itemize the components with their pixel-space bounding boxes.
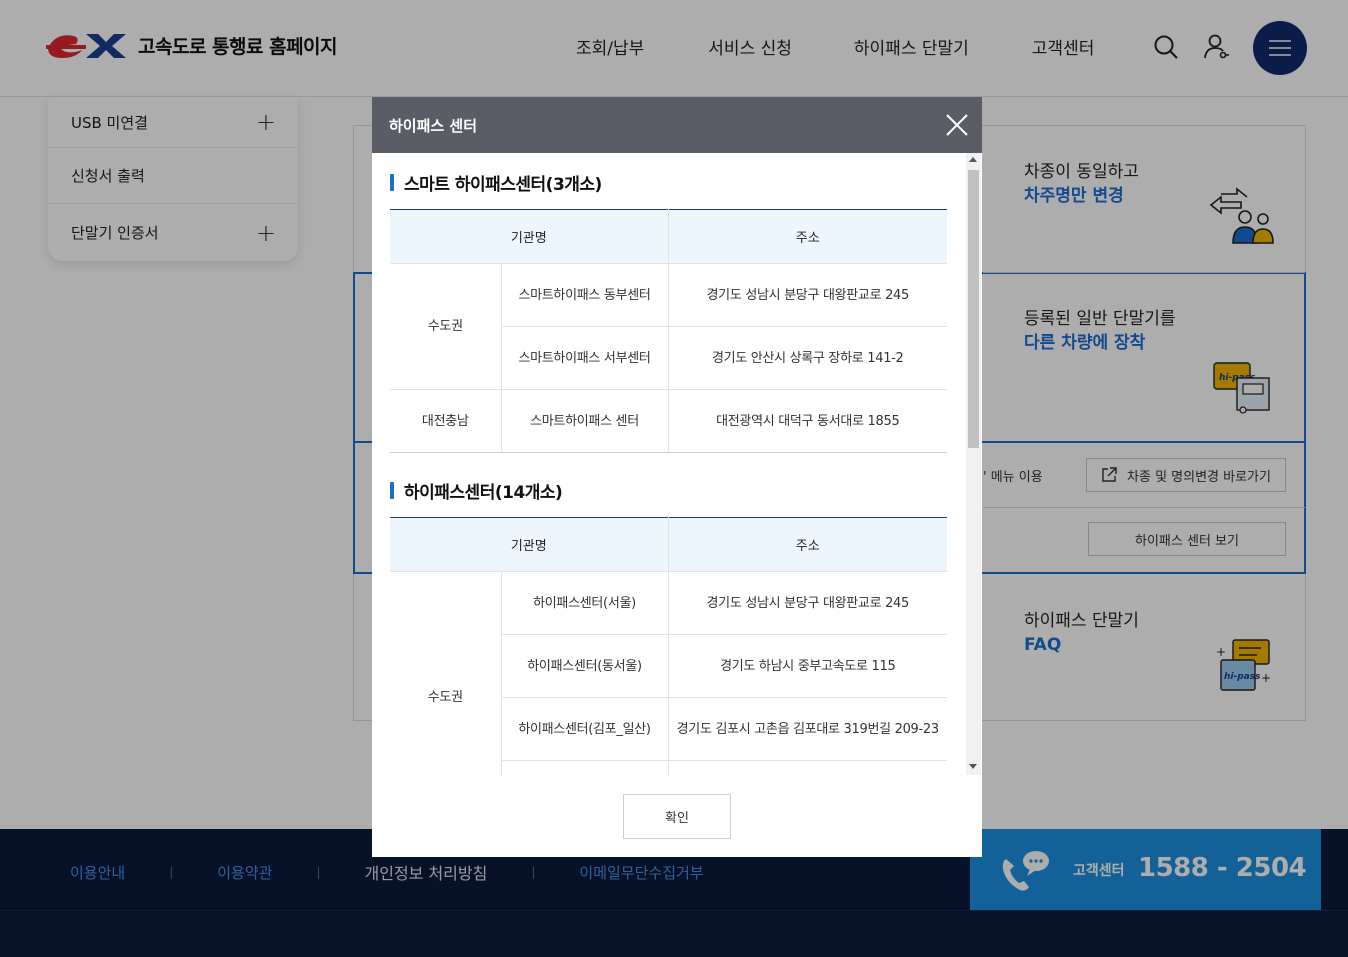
modal-title: 하이패스 센터 [389, 116, 478, 135]
modal-scroll-content: 스마트 하이패스센터(3개소) 기관명 주소 수도권 스마트하이패스 동부센터 … [390, 153, 948, 775]
table-row: 수도권 하이패스센터(서울) 경기도 성남시 분당구 대왕판교로 245 [390, 571, 948, 775]
modal-header: 하이패스 센터 [372, 97, 982, 153]
org-name-cell: 스마트하이패스 서부센터 [500, 326, 669, 390]
org-name-cell: 스마트하이패스 동부센터 [500, 263, 669, 327]
address-cell: 경기도 성남시 분당구 대왕판교로 245 [667, 571, 948, 635]
col-header-org: 기관명 [390, 209, 669, 264]
org-name-cell [500, 760, 669, 775]
address-cell: 경기도 안산시 상록구 장하로 141-2 [667, 326, 948, 390]
modal-scrollbar-thumb[interactable] [968, 170, 979, 448]
address-cell: 경기도 김포시 고촌읍 김포대로 319번길 209-23 [667, 697, 948, 761]
org-name-cell: 하이패스센터(서울) [500, 571, 669, 635]
hipass-center-table: 기관명 주소 수도권 하이패스센터(서울) 경기도 성남시 분당구 대왕판교로 … [390, 517, 948, 775]
region-cell: 수도권 [390, 571, 501, 775]
region-cell: 수도권 [390, 263, 501, 390]
col-header-address: 주소 [667, 209, 948, 264]
section-title-text: 하이패스센터(14개소) [404, 482, 563, 503]
address-cell: 대전광역시 대덕구 동서대로 1855 [667, 389, 948, 453]
table-row: 대전충남 스마트하이패스 센터 대전광역시 대덕구 동서대로 1855 [390, 389, 948, 453]
scroll-down-arrow-icon[interactable] [969, 764, 977, 769]
region-cell: 대전충남 [390, 389, 501, 453]
title-bar [390, 173, 394, 191]
org-name-cell: 스마트하이패스 센터 [500, 389, 669, 453]
modal-body[interactable]: 스마트 하이패스센터(3개소) 기관명 주소 수도권 스마트하이패스 동부센터 … [372, 153, 982, 775]
org-name-cell: 하이패스센터(동서울) [500, 634, 669, 698]
address-cell: 경기도 하남시 중부고속도로 115 [667, 634, 948, 698]
scroll-up-arrow-icon[interactable] [969, 157, 977, 162]
confirm-button[interactable]: 확인 [623, 794, 731, 839]
org-name-cell: 하이패스센터(김포_일산) [500, 697, 669, 761]
address-cell [667, 760, 948, 775]
hipass-center-modal: 하이패스 센터 스마트 하이패스센터(3개소) 기관명 주소 수도권 스마트하이… [372, 97, 982, 857]
address-cell: 경기도 성남시 분당구 대왕판교로 245 [667, 263, 948, 327]
close-icon[interactable] [944, 112, 970, 138]
section-title-text: 스마트 하이패스센터(3개소) [404, 174, 602, 195]
col-header-org: 기관명 [390, 517, 669, 572]
section-title-smart: 스마트 하이패스센터(3개소) [390, 171, 947, 195]
title-bar [390, 481, 394, 499]
smart-center-table: 기관명 주소 수도권 스마트하이패스 동부센터 경기도 성남시 분당구 대왕판교… [390, 209, 948, 453]
section-title-hipass: 하이패스센터(14개소) [390, 479, 947, 503]
col-header-address: 주소 [667, 517, 948, 572]
table-row: 수도권 스마트하이패스 동부센터 경기도 성남시 분당구 대왕판교로 245 [390, 263, 948, 390]
